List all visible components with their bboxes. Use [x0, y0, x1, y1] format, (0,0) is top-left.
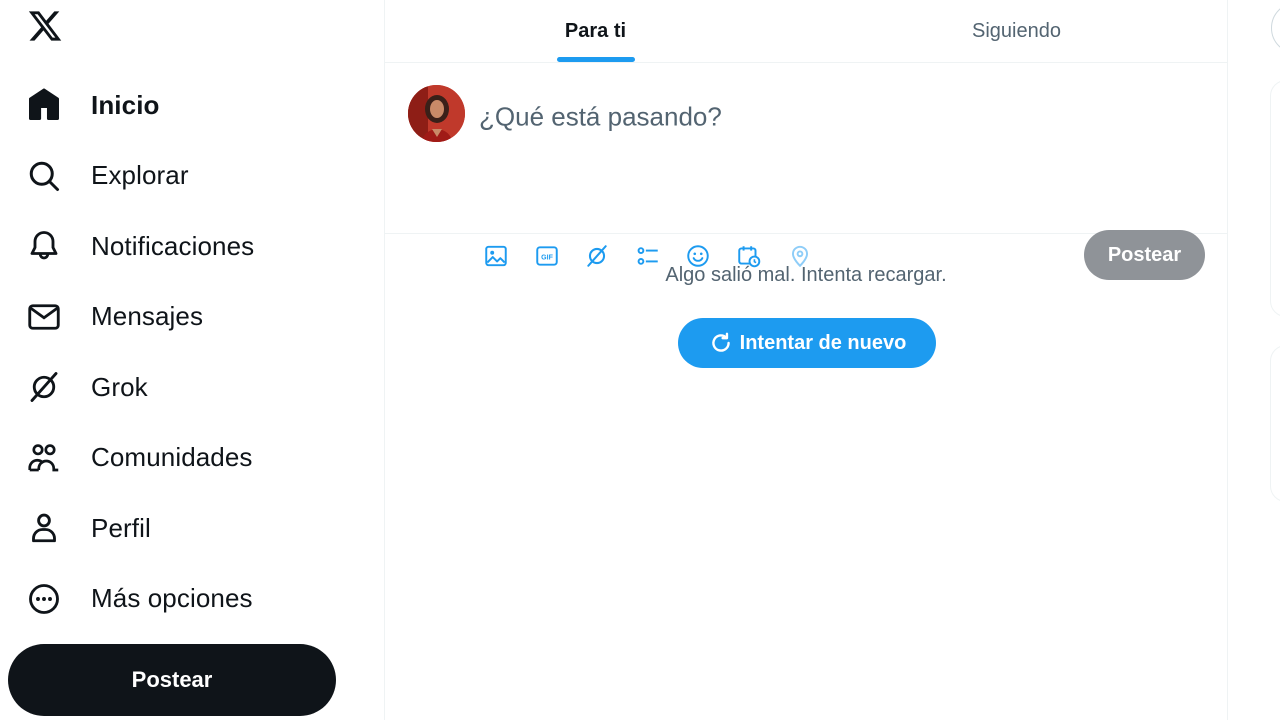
tab-para-ti[interactable]: Para ti [385, 0, 806, 62]
nav-item-comunidades[interactable]: Comunidades [14, 423, 254, 494]
x-logo-icon[interactable] [27, 8, 63, 44]
search-icon [24, 156, 64, 196]
retry-label: Intentar de nuevo [739, 331, 907, 354]
home-icon [24, 85, 64, 125]
search-field-edge[interactable] [1271, 2, 1280, 54]
post-composer: GIF Postear [385, 63, 1227, 280]
nav-label-mensajes: Mensajes [91, 301, 204, 332]
nav-label-inicio: Inicio [91, 89, 160, 120]
avatar[interactable] [408, 85, 465, 142]
tab-siguiendo[interactable]: Siguiendo [806, 0, 1227, 62]
tab-label-siguiendo: Siguiendo [972, 19, 1061, 42]
nav-label-notificaciones: Notificaciones [91, 230, 255, 261]
envelope-icon [24, 297, 64, 337]
primary-nav: Inicio Explorar Notificaciones Mensajes … [14, 70, 254, 634]
nav-item-explorar[interactable]: Explorar [14, 141, 254, 212]
nav-item-notificaciones[interactable]: Notificaciones [14, 211, 254, 282]
refresh-icon [711, 332, 730, 352]
compose-input[interactable] [479, 101, 1079, 133]
nav-label-perfil: Perfil [91, 512, 151, 543]
tab-label-para-ti: Para ti [564, 19, 627, 42]
nav-item-perfil[interactable]: Perfil [14, 493, 254, 564]
sidebar: Inicio Explorar Notificaciones Mensajes … [0, 0, 384, 720]
nav-item-mensajes[interactable]: Mensajes [14, 282, 254, 353]
nav-item-grok[interactable]: Grok [14, 352, 254, 423]
nav-item-inicio[interactable]: Inicio [14, 70, 254, 141]
timeline-tabs: Para ti Siguiendo [385, 0, 1227, 63]
people-icon [24, 438, 64, 478]
nav-item-mas-opciones[interactable]: Más opciones [14, 564, 254, 635]
bell-icon [24, 226, 64, 266]
error-message: Algo salió mal. Intenta recargar. [665, 264, 947, 286]
right-column-edge [1227, 0, 1280, 720]
grok-icon [24, 367, 64, 407]
nav-label-mas-opciones: Más opciones [91, 583, 253, 614]
nav-label-explorar: Explorar [91, 160, 189, 191]
retry-button[interactable]: Intentar de nuevo [678, 318, 936, 368]
main-timeline: Para ti Siguiendo GIF [384, 0, 1228, 720]
sidebar-post-button[interactable]: Postear [8, 644, 336, 716]
sidebar-card-edge [1270, 80, 1280, 317]
person-icon [24, 508, 64, 548]
more-circle-icon [24, 579, 64, 619]
nav-label-comunidades: Comunidades [91, 442, 253, 473]
active-tab-indicator [556, 57, 635, 62]
sidebar-card-edge-2 [1270, 345, 1280, 502]
nav-label-grok: Grok [91, 371, 148, 402]
svg-text:GIF: GIF [541, 254, 553, 261]
